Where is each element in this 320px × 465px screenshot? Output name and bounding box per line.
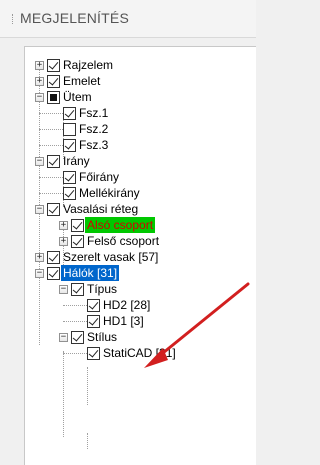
tree-node[interactable]: − Típus (0, 281, 256, 297)
tree-connector-line (63, 351, 64, 437)
tree-node-label[interactable]: Irány (61, 153, 92, 169)
collapse-icon[interactable]: − (59, 285, 68, 294)
checkbox-icon[interactable] (71, 331, 84, 344)
tree-node-label[interactable]: Hálók [31] (61, 265, 120, 281)
tree-node[interactable]: + Felső csoport (0, 233, 256, 249)
tree-node[interactable]: Főirány (0, 169, 256, 185)
tree-connector-line (39, 177, 63, 178)
panel-title: MEGJELENÍTÉS (20, 10, 129, 26)
grip-handle-icon[interactable] (12, 14, 15, 24)
tree-node-label[interactable]: Fsz.2 (77, 121, 110, 137)
checkbox-icon[interactable] (47, 75, 60, 88)
tree-node-label[interactable]: HD1 [3] (101, 313, 146, 329)
tree-node-label[interactable]: Mellékirány (77, 185, 142, 201)
tree-node[interactable]: − Ütem (0, 89, 256, 105)
tree-node-label[interactable]: HD2 [28] (101, 297, 152, 313)
tree-node-label[interactable]: StatiCAD [31] (101, 345, 178, 361)
expand-icon[interactable]: + (35, 61, 44, 70)
tree-connector-line (87, 433, 88, 449)
panel-header: MEGJELENÍTÉS (0, 0, 256, 38)
checkbox-icon[interactable] (63, 171, 76, 184)
tree-node[interactable]: − Irány (0, 153, 256, 169)
tree-node-label[interactable]: Emelet (61, 73, 102, 89)
checkbox-icon[interactable] (47, 203, 60, 216)
tree-node[interactable]: − Hálók [31] (0, 265, 256, 281)
tree-node[interactable]: + Emelet (0, 73, 256, 89)
tree-connector-line (87, 367, 88, 405)
collapse-icon[interactable]: − (35, 93, 44, 102)
checkbox-icon[interactable] (71, 235, 84, 248)
tree-node-label[interactable]: Rajzelem (61, 57, 115, 73)
checkbox-icon[interactable] (47, 155, 60, 168)
tree-connector-line (39, 113, 63, 114)
tree-connector-line (63, 321, 87, 322)
checkbox-icon[interactable] (47, 251, 60, 264)
tree-node-label[interactable]: Szerelt vasak [57] (61, 249, 160, 265)
collapse-icon[interactable]: − (35, 157, 44, 166)
checkbox-icon[interactable] (63, 139, 76, 152)
checkbox-icon[interactable] (63, 123, 76, 136)
expand-icon[interactable]: + (35, 253, 44, 262)
tree-node[interactable]: + Szerelt vasak [57] (0, 249, 256, 265)
checkbox-icon[interactable] (87, 315, 100, 328)
tree-connector-line (63, 353, 87, 354)
tree-node-label[interactable]: Stílus (85, 329, 119, 345)
tree-connector-line (39, 193, 63, 194)
tree-node[interactable]: + Rajzelem (0, 57, 256, 73)
checkbox-icon[interactable] (87, 347, 100, 360)
tree-node-label[interactable]: Főirány (77, 169, 121, 185)
expand-icon[interactable]: + (35, 77, 44, 86)
tree-node-label[interactable]: Típus (85, 281, 119, 297)
tree-node[interactable]: Fsz.3 (0, 137, 256, 153)
tree-node-label[interactable]: Felső csoport (85, 233, 161, 249)
checkbox-icon[interactable] (63, 187, 76, 200)
collapse-icon[interactable]: − (35, 205, 44, 214)
tree-node[interactable]: Mellékirány (0, 185, 256, 201)
expand-icon[interactable]: + (59, 237, 68, 246)
expand-icon[interactable]: + (59, 221, 68, 230)
tree-node[interactable]: Fsz.2 (0, 121, 256, 137)
display-panel: MEGJELENÍTÉS + Rajzelem + Emelet − Ütem Fsz.1 F… (0, 0, 256, 465)
tree-node[interactable]: StatiCAD [31] (0, 345, 256, 361)
tree-node[interactable]: Fsz.1 (0, 105, 256, 121)
tree-node[interactable]: − Vasalási réteg (0, 201, 256, 217)
tree-connector-line (39, 129, 63, 130)
tree-node-label[interactable]: Alsó csoport (85, 217, 156, 233)
checkbox-icon[interactable] (71, 283, 84, 296)
tree-node-label[interactable]: Ütem (61, 89, 94, 105)
checkbox-icon[interactable] (47, 59, 60, 72)
tree-node[interactable]: HD2 [28] (0, 297, 256, 313)
checkbox-icon[interactable] (71, 219, 84, 232)
tree-node-label[interactable]: Vasalási réteg (61, 201, 140, 217)
tree-node-label[interactable]: Fsz.3 (77, 137, 110, 153)
collapse-icon[interactable]: − (59, 333, 68, 342)
tree-connector-line (39, 145, 63, 146)
tree-node[interactable]: − Stílus (0, 329, 256, 345)
checkbox-icon[interactable] (63, 107, 76, 120)
tree-node-label[interactable]: Fsz.1 (77, 105, 110, 121)
checkbox-icon[interactable] (87, 299, 100, 312)
checkbox-icon[interactable] (47, 267, 60, 280)
checkbox-icon[interactable] (47, 91, 60, 104)
tree-connector-line (63, 305, 87, 306)
tree-node[interactable]: + Alsó csoport (0, 217, 256, 233)
collapse-icon[interactable]: − (35, 269, 44, 278)
tree-node[interactable]: HD1 [3] (0, 313, 256, 329)
